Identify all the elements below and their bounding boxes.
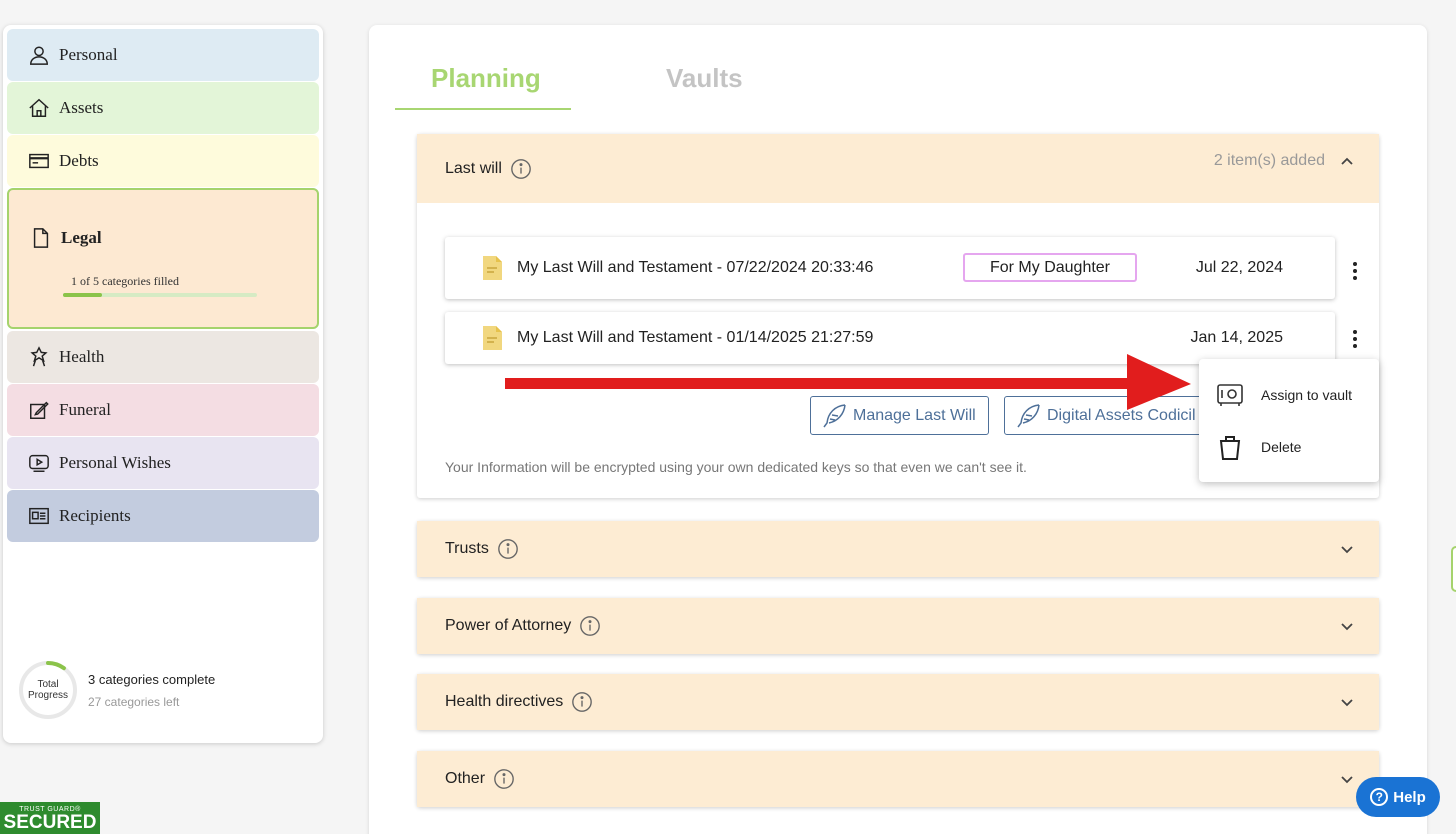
health-icon <box>27 345 51 369</box>
vault-icon <box>1217 384 1243 406</box>
legal-progress-fill <box>63 293 102 297</box>
categories-complete-text: 3 categories complete <box>88 671 216 687</box>
more-vert-icon[interactable] <box>1347 260 1363 282</box>
sidebar-item-label: Legal <box>61 228 102 247</box>
house-icon <box>27 96 51 120</box>
categories-left-text: 27 categories left <box>88 694 180 709</box>
sidebar-item-label: Personal <box>59 45 118 64</box>
sidebar: Personal Assets Debts Legal 1 of 5 categ… <box>3 25 323 743</box>
items-count: 2 item(s) added <box>1213 152 1325 169</box>
info-icon[interactable] <box>571 691 593 713</box>
total-progress: Total Progress 3 categories complete 27 … <box>18 660 215 720</box>
section-title: Trusts <box>445 540 489 557</box>
card-icon <box>27 149 51 173</box>
section-title: Power of Attorney <box>445 617 572 634</box>
chevron-up-icon[interactable] <box>1337 152 1357 172</box>
section-header-other[interactable]: Other <box>417 751 1379 807</box>
trash-icon <box>1219 436 1241 460</box>
ring-label-line2: Progress <box>27 690 68 701</box>
section-other: Other <box>417 751 1379 807</box>
section-header-trusts[interactable]: Trusts <box>417 521 1379 577</box>
active-tab-indicator <box>395 108 571 110</box>
chevron-down-icon[interactable] <box>1337 539 1357 559</box>
recipient-tag: For My Daughter <box>963 253 1137 282</box>
tab-planning[interactable]: Planning <box>431 63 541 94</box>
section-title: Other <box>445 770 486 787</box>
sidebar-item-label: Debts <box>59 151 99 170</box>
document-date: Jul 22, 2024 <box>1195 259 1283 276</box>
sidebar-item-personal[interactable]: Personal <box>7 29 319 81</box>
sidebar-item-label: Assets <box>59 98 104 117</box>
document-name: My Last Will and Testament - 01/14/2025 … <box>517 329 874 346</box>
sidebar-item-assets[interactable]: Assets <box>7 82 319 134</box>
info-icon[interactable] <box>497 538 519 560</box>
sidebar-item-personal-wishes[interactable]: Personal Wishes <box>7 437 319 489</box>
context-menu: Assign to vault Delete <box>1199 359 1379 482</box>
section-header-health-directives[interactable]: Health directives <box>417 674 1379 730</box>
section-title: Health directives <box>445 693 564 710</box>
file-icon <box>483 326 502 350</box>
sidebar-item-label: Funeral <box>59 400 111 419</box>
annotation-arrow <box>505 354 1191 410</box>
funeral-icon <box>27 398 51 422</box>
sidebar-item-recipients[interactable]: Recipients <box>7 490 319 542</box>
more-vert-icon[interactable] <box>1347 328 1363 350</box>
document-date: Jan 14, 2025 <box>1190 329 1283 346</box>
section-power-of-attorney: Power of Attorney <box>417 598 1379 654</box>
section-header-last-will[interactable]: Last will 2 item(s) added <box>417 134 1379 203</box>
list-item[interactable]: My Last Will and Testament - 07/22/2024 … <box>445 237 1335 299</box>
document-name: My Last Will and Testament - 07/22/2024 … <box>517 259 874 276</box>
ring-label-line1: Total <box>37 679 59 690</box>
info-icon[interactable] <box>579 615 601 637</box>
id-card-icon <box>27 504 51 528</box>
sidebar-item-label: Recipients <box>59 506 131 525</box>
help-button[interactable]: ? Help <box>1356 777 1440 817</box>
chevron-down-icon[interactable] <box>1337 616 1357 636</box>
section-health-directives: Health directives <box>417 674 1379 730</box>
assign-to-vault-menu-item[interactable]: Assign to vault <box>1199 375 1379 415</box>
section-trusts: Trusts <box>417 521 1379 577</box>
sidebar-item-label: Health <box>59 347 105 366</box>
tab-vaults[interactable]: Vaults <box>666 63 743 94</box>
side-tab-handle[interactable] <box>1451 546 1456 592</box>
section-header-power-of-attorney[interactable]: Power of Attorney <box>417 598 1379 654</box>
document-icon <box>29 226 53 250</box>
menu-item-label: Delete <box>1261 439 1302 455</box>
trust-badge-main: SECURED <box>3 812 97 833</box>
progress-ring: Total Progress <box>18 660 78 720</box>
legal-progress-text: 1 of 5 categories filled <box>71 274 179 288</box>
info-icon[interactable] <box>510 158 532 180</box>
chevron-down-icon[interactable] <box>1337 769 1357 789</box>
info-icon[interactable] <box>493 768 515 790</box>
sidebar-item-debts[interactable]: Debts <box>7 135 319 187</box>
encryption-note: Your Information will be encrypted using… <box>445 459 1027 475</box>
trust-guard-badge[interactable]: TRUST GUARD® SECURED <box>0 802 100 834</box>
legal-progress-bar <box>63 293 257 297</box>
chevron-down-icon[interactable] <box>1337 692 1357 712</box>
section-title: Last will <box>445 159 502 177</box>
delete-menu-item[interactable]: Delete <box>1199 427 1379 467</box>
menu-item-label: Assign to vault <box>1261 387 1353 403</box>
sidebar-item-health[interactable]: Health <box>7 331 319 383</box>
sidebar-item-legal[interactable]: Legal 1 of 5 categories filled <box>7 188 319 329</box>
person-icon <box>27 43 51 67</box>
file-icon <box>483 256 502 280</box>
video-icon <box>27 451 51 475</box>
help-label: Help <box>1393 788 1426 806</box>
sidebar-item-label: Personal Wishes <box>59 453 171 472</box>
sidebar-item-funeral[interactable]: Funeral <box>7 384 319 436</box>
help-icon: ? <box>1370 788 1389 806</box>
